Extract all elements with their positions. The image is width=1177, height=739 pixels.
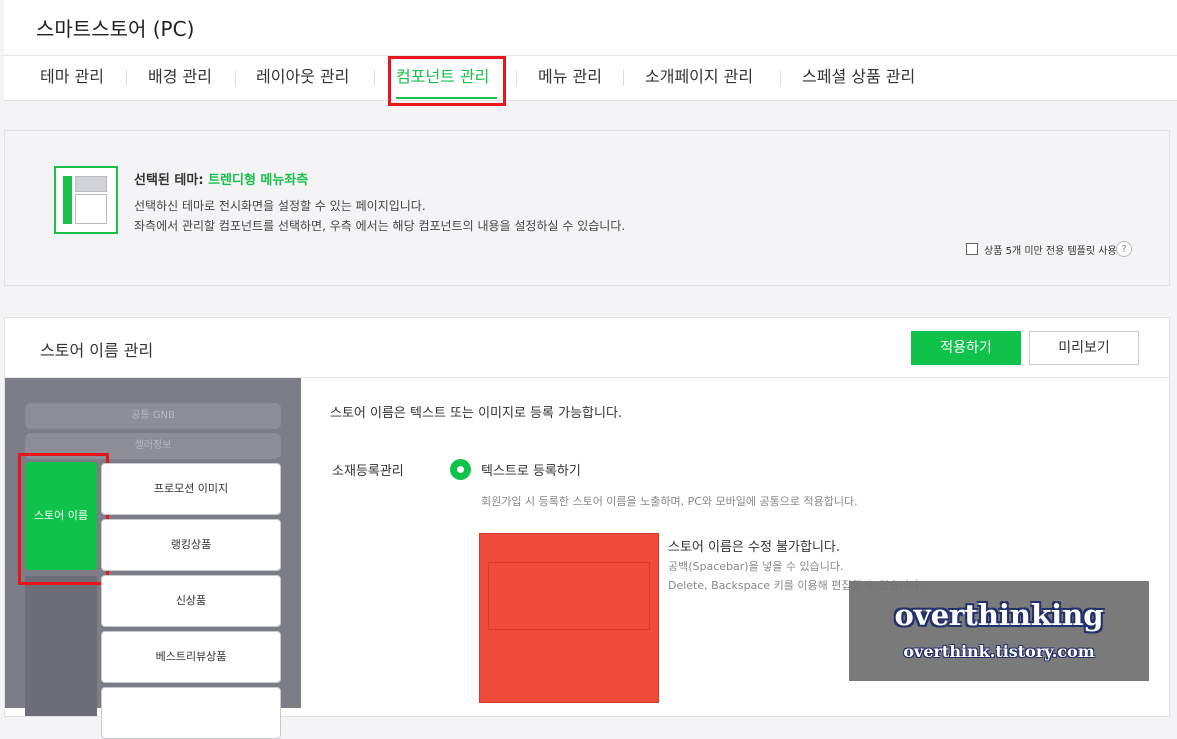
template-checkbox-label[interactable]: 상품 5개 미만 전용 템플릿 사용 xyxy=(984,242,1117,257)
theme-thumbnail-header xyxy=(75,176,107,192)
component-left-column xyxy=(25,576,97,716)
tab-layout[interactable]: 레이아웃 관리 xyxy=(256,56,349,100)
selected-theme-prefix: 선택된 테마: xyxy=(134,173,204,188)
tab-special-products[interactable]: 스페셜 상품 관리 xyxy=(802,56,915,100)
template-checkbox[interactable] xyxy=(966,243,978,255)
text-register-label[interactable]: 텍스트로 등록하기 xyxy=(481,460,581,479)
store-name-input[interactable] xyxy=(488,562,650,630)
component-gnb[interactable]: 공통 GNB xyxy=(25,403,281,429)
page-title: 스마트스토어 (PC) xyxy=(36,17,195,41)
theme-thumbnail-sidebar xyxy=(63,176,72,224)
theme-description: 좌측에서 관리할 컴포넌트를 선택하면, 우측 에서는 해당 컴포넌트의 내용을… xyxy=(134,219,626,233)
tab-background[interactable]: 배경 관리 xyxy=(148,56,212,100)
tab-intro-page[interactable]: 소개페이지 관리 xyxy=(645,56,753,100)
annotation-highlight-box xyxy=(388,56,506,106)
theme-description: 선택하신 테마로 전시화면을 설정할 수 있는 페이지입니다. xyxy=(134,199,426,213)
edit-notice-line: 공백(Spacebar)을 넣을 수 있습니다. xyxy=(668,560,844,573)
tab-divider xyxy=(374,70,375,86)
card-title: 스토어 이름 관리 xyxy=(40,341,154,360)
component-next[interactable] xyxy=(101,687,281,739)
component-new-products[interactable]: 신상품 xyxy=(101,575,281,627)
tab-divider xyxy=(235,70,236,86)
tab-divider xyxy=(516,70,517,86)
component-best-review-products[interactable]: 베스트리뷰상품 xyxy=(101,631,281,683)
help-icon[interactable]: ? xyxy=(1116,241,1132,257)
tab-divider xyxy=(126,70,127,86)
radio-selected-dot xyxy=(457,466,464,473)
component-ranking-products[interactable]: 랭킹상품 xyxy=(101,519,281,571)
registration-label: 소재등록관리 xyxy=(332,464,404,479)
tab-theme[interactable]: 테마 관리 xyxy=(40,56,104,100)
tab-bar: 테마 관리 배경 관리 레이아웃 관리 컴포넌트 관리 메뉴 관리 소개페이지 … xyxy=(4,56,1177,101)
watermark-url: overthink.tistory.com xyxy=(903,642,1095,661)
edit-notice-title: 스토어 이름은 수정 불가합니다. xyxy=(668,540,841,555)
registration-description: 회원가입 시 등록한 스토어 이름을 노출하며, PC와 모바일에 공통으로 적… xyxy=(481,495,858,508)
tab-divider xyxy=(623,70,624,86)
component-promotion-image[interactable]: 프로모션 이미지 xyxy=(101,463,281,515)
annotation-highlight-box xyxy=(18,453,109,585)
selected-theme-name: 트렌디형 메뉴좌측 xyxy=(208,173,309,188)
selected-theme-label: 선택된 테마: 트렌디형 메뉴좌측 xyxy=(134,169,308,188)
theme-thumbnail-content xyxy=(75,194,107,224)
tab-divider xyxy=(780,70,781,86)
preview-button[interactable]: 미리보기 xyxy=(1029,331,1139,365)
apply-button[interactable]: 적용하기 xyxy=(911,331,1021,365)
tab-menu[interactable]: 메뉴 관리 xyxy=(538,56,602,100)
settings-intro: 스토어 이름은 텍스트 또는 이미지로 등록 가능합니다. xyxy=(330,406,623,421)
watermark-title: overthinking xyxy=(894,598,1104,632)
